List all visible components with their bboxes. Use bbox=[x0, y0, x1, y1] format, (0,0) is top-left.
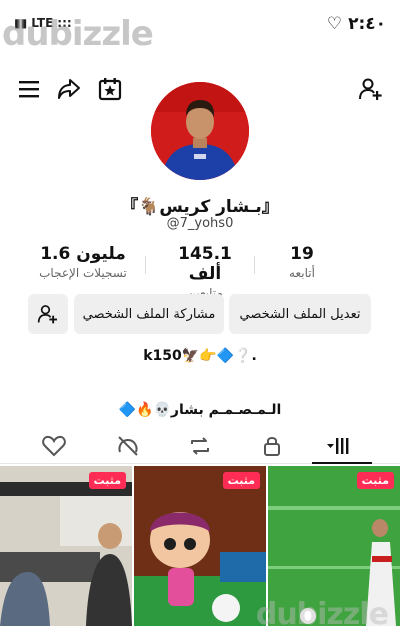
avatar[interactable] bbox=[151, 82, 249, 180]
username: @7_yohs0 bbox=[166, 216, 234, 231]
menu-icon[interactable] bbox=[16, 76, 42, 102]
network-label: LTE bbox=[31, 16, 54, 30]
pinned-badge: مثبت bbox=[356, 472, 394, 489]
display-name: 『بـشار كريس🐐』 bbox=[121, 197, 279, 217]
calendar-star-icon[interactable] bbox=[97, 76, 123, 102]
stat-divider bbox=[254, 256, 255, 274]
share-profile-button[interactable]: مشاركة الملف الشخصي bbox=[74, 294, 224, 334]
link-icon: ♡ bbox=[326, 14, 343, 34]
video-thumbnail[interactable]: مثبت bbox=[0, 466, 132, 626]
bars-icon: ::: bbox=[57, 16, 72, 30]
content-tabs bbox=[0, 428, 400, 464]
repost-icon[interactable] bbox=[186, 432, 214, 460]
status-left: ▮▮ LTE ::: bbox=[14, 16, 72, 30]
add-friend-icon bbox=[37, 305, 57, 324]
bio-line-2: الـمـصـمـم بشار💀🔥🔷 bbox=[118, 402, 282, 418]
share-icon[interactable] bbox=[56, 76, 82, 102]
video-thumbnail-image bbox=[0, 466, 132, 626]
signal-icon: ▮▮ bbox=[14, 16, 28, 30]
following-count: 19 bbox=[290, 244, 314, 264]
active-tab-indicator bbox=[312, 462, 372, 464]
edit-profile-button[interactable]: تعديل الملف الشخصي bbox=[229, 294, 371, 334]
stats-row: 19 أتابعه 145.1 ألف متابعين 1.6 مليون تس… bbox=[0, 244, 400, 300]
followers-count: 145.1 ألف bbox=[178, 244, 232, 284]
video-thumbnail-image bbox=[268, 466, 400, 626]
status-right: ♡ ٢:٤٠ bbox=[327, 14, 386, 34]
lock-icon[interactable] bbox=[258, 432, 286, 460]
likes-count: 1.6 مليون bbox=[40, 244, 126, 264]
video-thumbnail[interactable]: مثبت bbox=[134, 466, 266, 626]
video-thumbnail-image bbox=[134, 466, 266, 626]
following-label: أتابعه bbox=[289, 266, 315, 280]
status-bar: ▮▮ LTE ::: ♡ ٢:٤٠ bbox=[0, 0, 400, 58]
video-thumbnail[interactable]: مثبت bbox=[268, 466, 400, 626]
avatar-image bbox=[151, 82, 249, 180]
pinned-badge: مثبت bbox=[88, 472, 126, 489]
video-grid: مثبت مثبت مثبت bbox=[0, 466, 400, 626]
liked-heart-icon[interactable] bbox=[40, 432, 68, 460]
add-user-icon[interactable] bbox=[358, 76, 384, 102]
videos-grid-tab-icon[interactable] bbox=[326, 432, 354, 460]
hidden-liked-icon[interactable] bbox=[114, 432, 142, 460]
bio-line-1: k150🦅👉🔷❔. bbox=[143, 348, 257, 364]
likes-label: تسجيلات الإعجاب bbox=[39, 266, 127, 280]
following-stat[interactable]: 19 أتابعه bbox=[270, 244, 334, 280]
add-friend-button[interactable] bbox=[28, 294, 68, 334]
clock: ٢:٤٠ bbox=[348, 14, 386, 34]
pinned-badge: مثبت bbox=[222, 472, 260, 489]
followers-stat[interactable]: 145.1 ألف متابعين bbox=[165, 244, 245, 300]
likes-stat[interactable]: 1.6 مليون تسجيلات الإعجاب bbox=[38, 244, 128, 280]
stat-divider bbox=[145, 256, 146, 274]
